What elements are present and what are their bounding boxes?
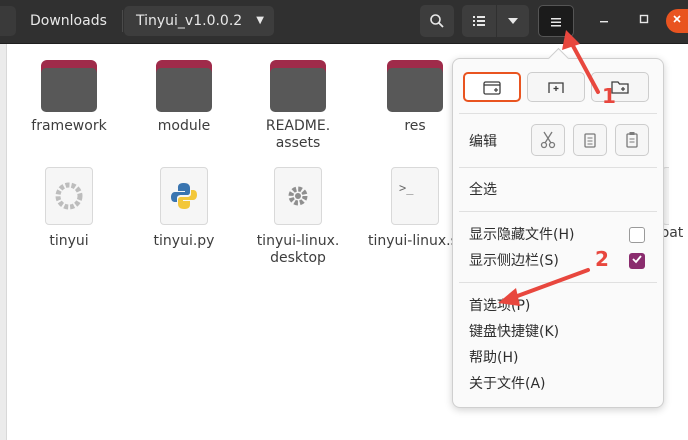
breadcrumb-current-folder[interactable]: Tinyui_v1.0.0.2 ▼: [124, 6, 274, 36]
copy-button[interactable]: [573, 124, 607, 156]
menu-item-help[interactable]: 帮助(H): [469, 348, 518, 368]
search-button[interactable]: [420, 5, 454, 37]
menu-item-select-all[interactable]: 全选: [469, 180, 497, 200]
minimize-button[interactable]: [592, 9, 616, 33]
edit-label: 编辑: [469, 134, 497, 150]
checkmark-icon: [632, 255, 642, 264]
file-item-module[interactable]: module: [129, 60, 239, 135]
menu-separator: [459, 167, 657, 168]
file-item-tinyui[interactable]: tinyui: [14, 167, 124, 250]
chevron-down-icon: [508, 18, 518, 24]
search-icon: [430, 14, 444, 28]
menu-item-about[interactable]: 关于文件(A): [469, 374, 546, 394]
show-hidden-checkbox[interactable]: [629, 227, 645, 243]
new-window-button[interactable]: [463, 72, 521, 102]
file-label: README. assets: [265, 118, 331, 151]
hamburger-menu-icon: [551, 18, 561, 27]
minimize-icon: [600, 21, 608, 23]
annotation-label-2: 2: [595, 247, 609, 271]
menu-item-keyboard-shortcuts[interactable]: 键盘快捷键(K): [469, 322, 559, 342]
menu-separator: [459, 211, 657, 212]
new-folder-button[interactable]: [591, 72, 649, 102]
paste-button[interactable]: [615, 124, 649, 156]
sidebar-edge: [0, 44, 7, 440]
file-item-readme-assets[interactable]: README. assets: [243, 60, 353, 152]
menu-item-preferences[interactable]: 首选项(P): [469, 296, 530, 316]
list-view-button[interactable]: [462, 5, 496, 37]
executable-icon: [45, 167, 93, 225]
cut-icon: [540, 131, 556, 149]
file-item-framework[interactable]: framework: [14, 60, 124, 135]
list-view-icon: [473, 16, 485, 26]
close-icon: [673, 15, 681, 23]
desktop-file-icon: [274, 167, 322, 225]
annotation-label-1: 1: [602, 84, 616, 108]
show-sidebar-checkbox[interactable]: [629, 253, 645, 269]
folder-icon: [387, 60, 443, 112]
file-label: tinyui: [49, 233, 89, 249]
menu-separator: [459, 282, 657, 283]
python-file-icon: [160, 167, 208, 225]
folder-icon: [270, 60, 326, 112]
file-label: tinyui.py: [153, 233, 215, 249]
maximize-button[interactable]: [632, 9, 656, 33]
file-item-tinyui-py[interactable]: tinyui.py: [129, 167, 239, 250]
breadcrumb-downloads[interactable]: Downloads: [18, 6, 122, 36]
new-tab-button[interactable]: [527, 72, 585, 102]
script-file-icon: >_: [391, 167, 439, 225]
paste-icon: [626, 132, 638, 148]
file-label: tinyui-linux. desktop: [256, 233, 340, 266]
file-label: module: [157, 118, 211, 134]
file-label: framework: [31, 118, 107, 134]
breadcrumb-back-edge[interactable]: [0, 6, 16, 36]
menu-separator: [459, 113, 657, 114]
main-menu-popover: 编辑 全选 显示隐藏文件(H) 显示侧边栏(S) 首选项(P) 键盘快捷键(K)…: [452, 47, 664, 408]
new-tab-icon: [548, 82, 564, 93]
file-item-bat[interactable]: i.bat: [652, 167, 688, 242]
close-button[interactable]: [666, 9, 688, 33]
menu-item-show-sidebar[interactable]: 显示侧边栏(S): [469, 251, 559, 271]
breadcrumb-current-label: Tinyui_v1.0.0.2: [136, 13, 243, 29]
file-item-tinyui-linux-desktop[interactable]: tinyui-linux. desktop: [243, 167, 353, 267]
menu-item-show-hidden-files[interactable]: 显示隐藏文件(H): [469, 225, 574, 245]
copy-icon: [584, 133, 596, 148]
folder-icon: [41, 60, 97, 112]
svg-text:>_: >_: [399, 181, 414, 195]
chevron-down-icon: ▼: [256, 15, 264, 26]
view-options-button[interactable]: [497, 5, 529, 37]
header-bar: Downloads Tinyui_v1.0.0.2 ▼: [0, 0, 688, 44]
new-window-icon: [483, 81, 501, 95]
main-menu-button[interactable]: [538, 5, 574, 37]
cut-button[interactable]: [531, 124, 565, 156]
breadcrumb-separator: [122, 10, 123, 32]
maximize-icon: [639, 14, 649, 24]
folder-icon: [156, 60, 212, 112]
